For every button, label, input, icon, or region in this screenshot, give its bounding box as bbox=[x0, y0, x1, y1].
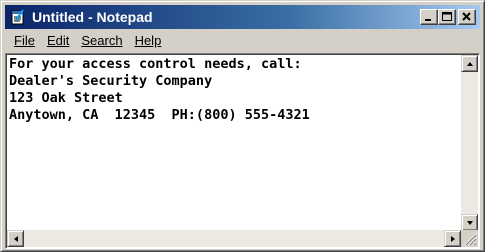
scroll-down-button[interactable] bbox=[461, 214, 478, 231]
menu-search[interactable]: Search bbox=[75, 32, 128, 50]
resize-grip[interactable] bbox=[461, 230, 478, 247]
horizontal-scrollbar[interactable] bbox=[7, 230, 461, 247]
arrow-up-icon bbox=[466, 61, 473, 66]
menu-edit-label: Edit bbox=[46, 33, 70, 48]
text-line: Anytown, CA 12345 PH:(800) 555-4321 bbox=[9, 107, 310, 123]
scroll-right-button[interactable] bbox=[444, 230, 461, 247]
scroll-left-button[interactable] bbox=[7, 230, 24, 247]
title-bar[interactable]: Untitled - Notepad bbox=[5, 5, 480, 29]
close-button[interactable] bbox=[458, 9, 476, 25]
menu-help-label: Help bbox=[134, 33, 162, 48]
notepad-icon[interactable] bbox=[9, 8, 27, 26]
menu-file-label: File bbox=[14, 33, 35, 48]
maximize-icon bbox=[442, 12, 452, 21]
menu-help[interactable]: Help bbox=[129, 32, 168, 50]
notepad-window: Untitled - Notepad File Edit Search Help… bbox=[0, 0, 485, 252]
document-text[interactable]: For your access control needs, call: Deal… bbox=[9, 56, 457, 230]
editor-pane[interactable]: For your access control needs, call: Deal… bbox=[5, 53, 480, 249]
menu-edit[interactable]: Edit bbox=[41, 32, 75, 50]
minimize-icon bbox=[425, 19, 431, 21]
text-line: For your access control needs, call: bbox=[9, 56, 302, 72]
arrow-right-icon bbox=[450, 235, 455, 242]
scroll-up-button[interactable] bbox=[461, 55, 478, 72]
window-controls bbox=[420, 9, 476, 25]
resize-grip-icon bbox=[464, 233, 477, 246]
close-icon bbox=[462, 12, 471, 21]
maximize-button[interactable] bbox=[438, 9, 456, 25]
minimize-button[interactable] bbox=[420, 9, 438, 25]
window-title: Untitled - Notepad bbox=[32, 9, 153, 25]
text-line: Dealer's Security Company bbox=[9, 73, 213, 89]
arrow-down-icon bbox=[466, 220, 473, 225]
menu-file[interactable]: File bbox=[8, 32, 41, 50]
text-line: 123 Oak Street bbox=[9, 90, 123, 106]
menu-search-label: Search bbox=[81, 33, 123, 48]
vertical-scrollbar[interactable] bbox=[461, 55, 478, 231]
arrow-left-icon bbox=[13, 235, 18, 242]
menu-bar: File Edit Search Help bbox=[5, 31, 480, 51]
